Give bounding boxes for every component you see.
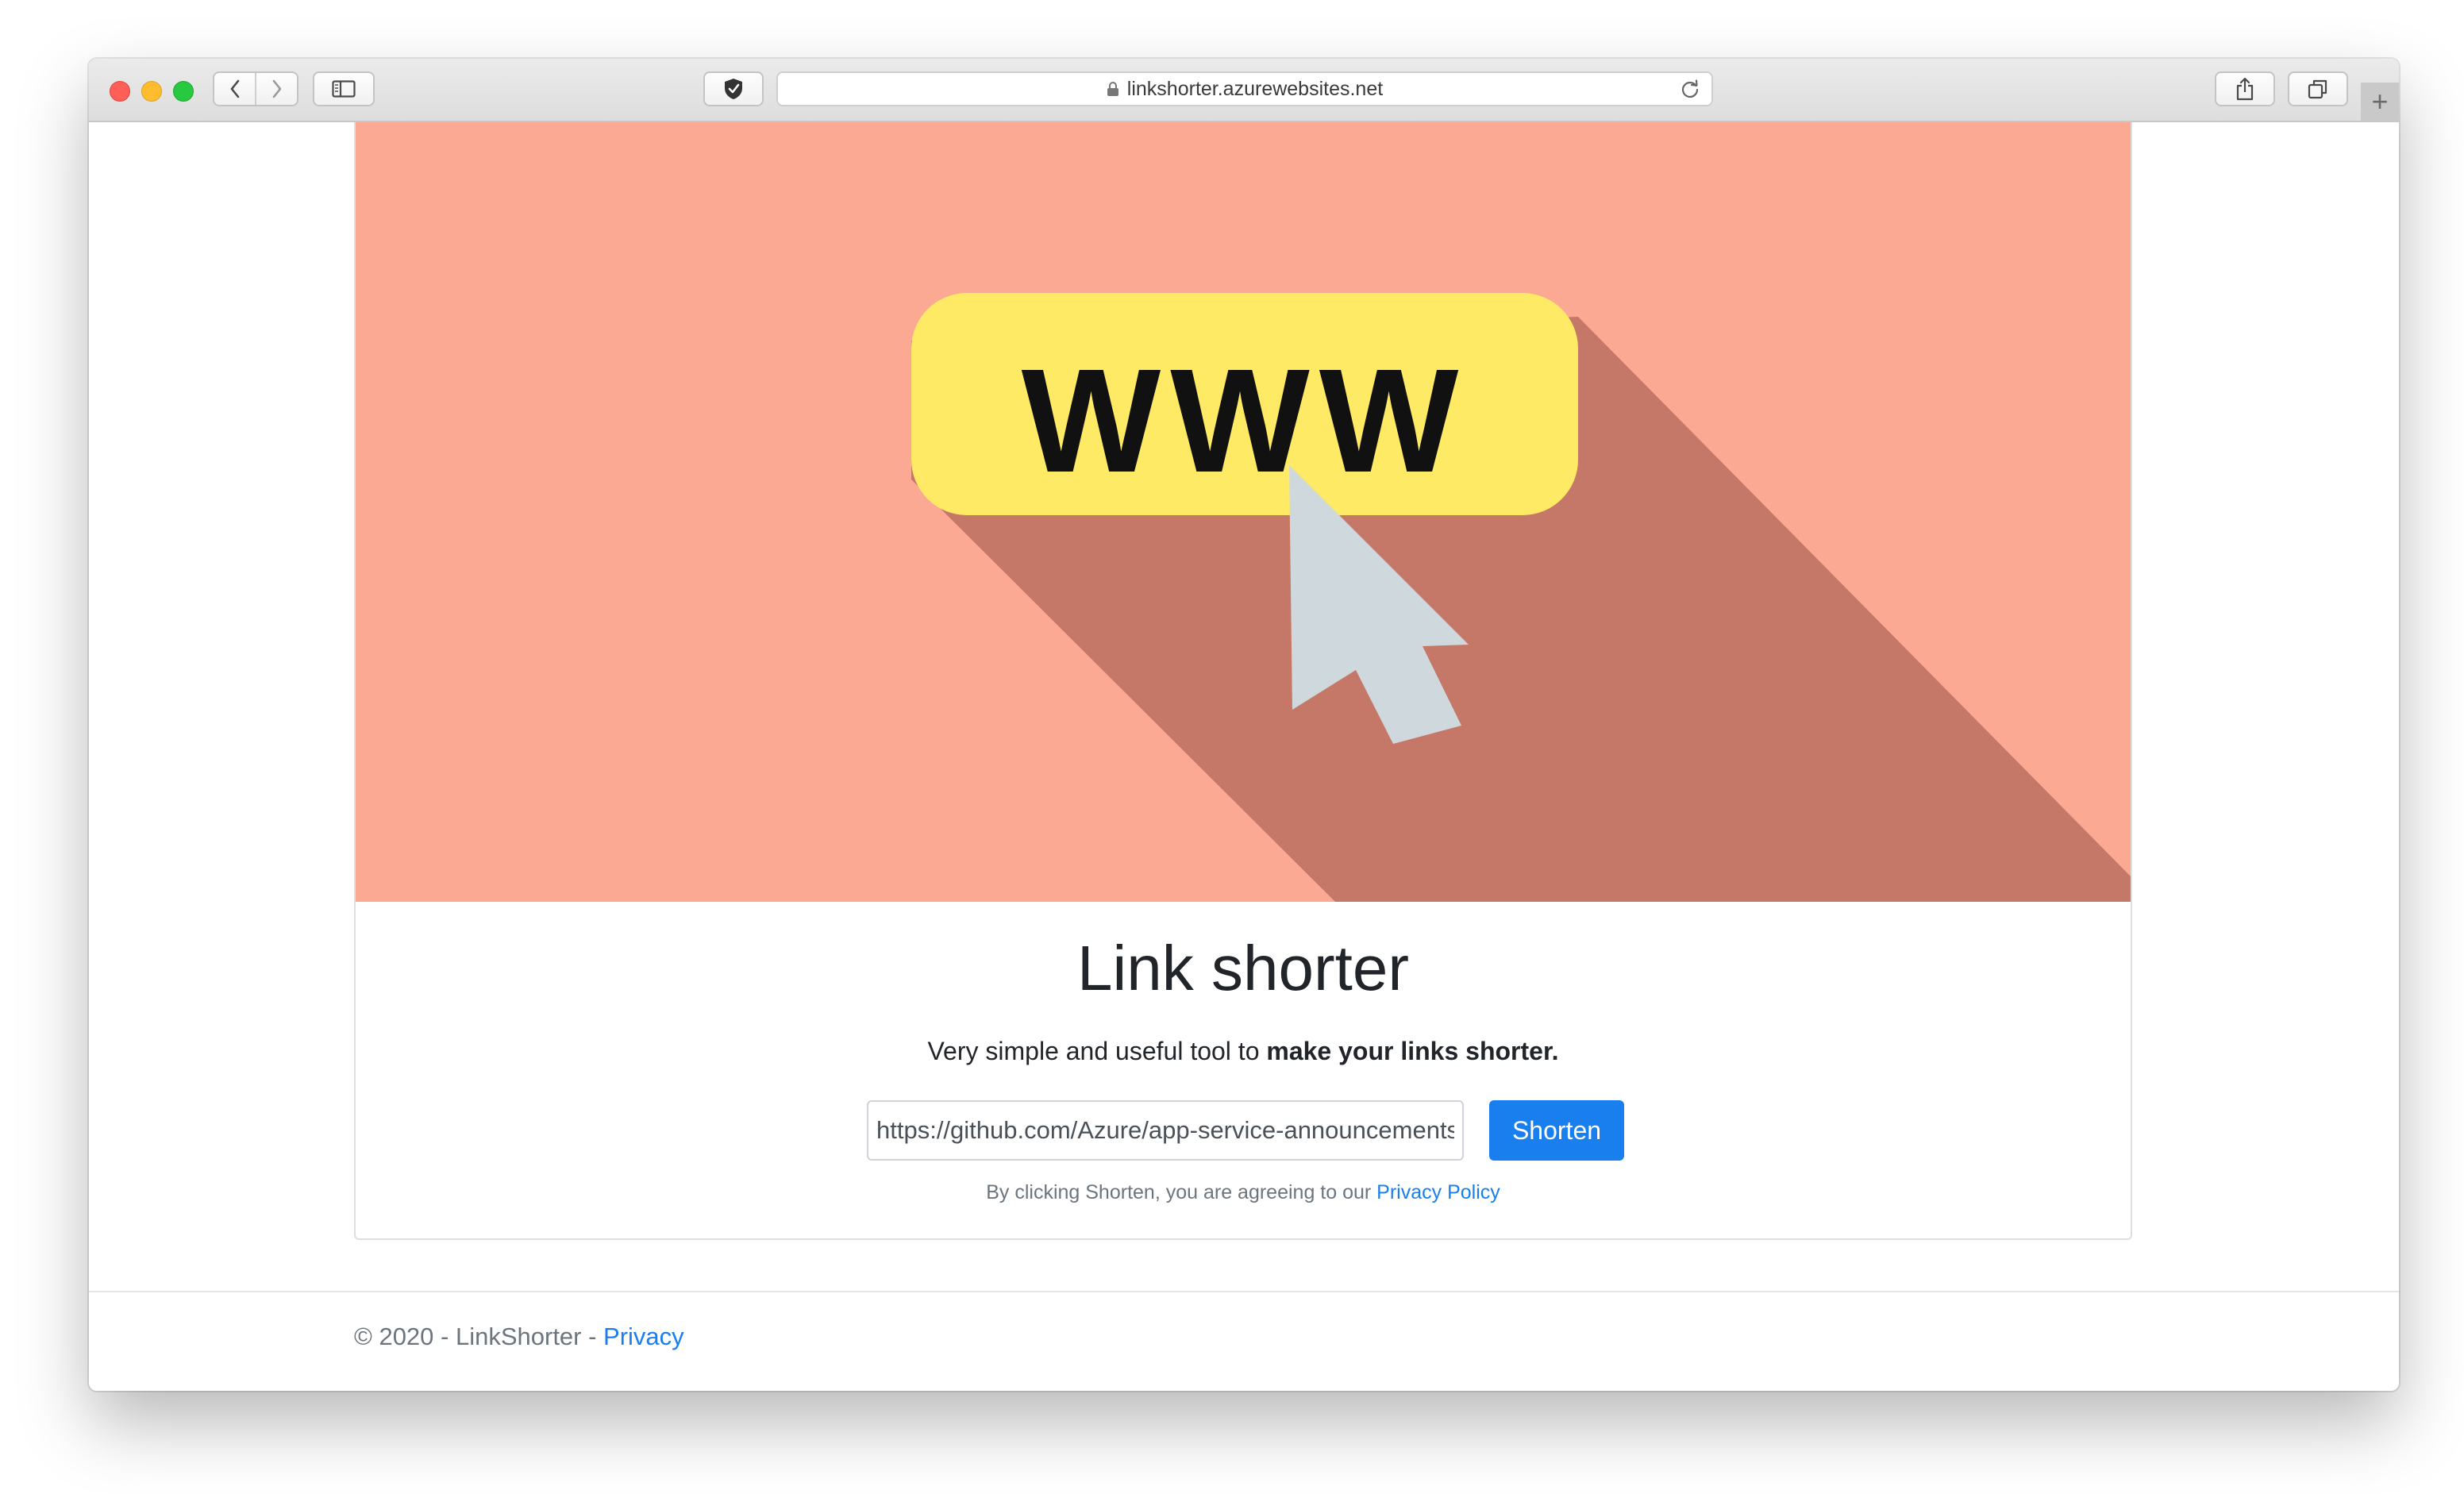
forward-icon [272,79,281,98]
minimize-window-button[interactable] [141,81,162,102]
privacy-notice: By clicking Shorten, you are agreeing to… [356,1181,2131,1204]
share-icon [2236,77,2254,101]
close-window-button[interactable] [110,81,130,102]
browser-window: linkshorter.azurewebsites.net + WWW Link… [89,59,2399,1391]
footer: © 2020 - LinkShorter - Privacy [354,1323,684,1351]
address-url: linkshorter.azurewebsites.net [1126,77,1384,100]
footer-copyright: © 2020 - LinkShorter - [354,1323,604,1350]
back-button[interactable] [214,73,255,105]
sidebar-icon [332,80,356,98]
browser-toolbar: linkshorter.azurewebsites.net + [89,59,2399,122]
page-content: WWW Link shorter Very simple and useful … [89,122,2399,1391]
navigation-buttons [213,71,298,106]
www-click-illustration: WWW [911,293,2131,902]
sidebar-button[interactable] [313,71,375,106]
subtitle-emphasis: make your links shorter. [1266,1037,1559,1065]
lock-icon [1107,81,1119,97]
tabs-icon [2308,79,2327,99]
page-subtitle: Very simple and useful tool to make your… [356,1037,2131,1066]
www-text: WWW [1022,339,1469,503]
zoom-window-button[interactable] [173,81,194,102]
subtitle-text: Very simple and useful tool to [927,1037,1267,1065]
show-tabs-button[interactable] [2288,71,2348,106]
address-bar[interactable]: linkshorter.azurewebsites.net [776,71,1713,106]
new-tab-button[interactable]: + [2361,83,2399,121]
shield-icon [725,79,742,99]
shortener-card: WWW Link shorter Very simple and useful … [354,122,2132,1240]
back-icon [230,79,239,98]
share-button[interactable] [2215,71,2275,106]
privacy-policy-link[interactable]: Privacy Policy [1376,1181,1500,1203]
privacy-notice-text: By clicking Shorten, you are agreeing to… [986,1181,1377,1203]
url-input[interactable] [867,1100,1464,1161]
reload-icon [1681,79,1699,98]
footer-privacy-link[interactable]: Privacy [603,1323,684,1350]
shorten-button[interactable]: Shorten [1489,1100,1624,1161]
forward-button[interactable] [255,73,297,105]
hero-image: WWW [356,122,2131,902]
privacy-report-button[interactable] [703,71,764,106]
page-title: Link shorter [1077,933,1409,1003]
footer-divider [89,1291,2399,1292]
reload-button[interactable] [1680,79,1700,106]
